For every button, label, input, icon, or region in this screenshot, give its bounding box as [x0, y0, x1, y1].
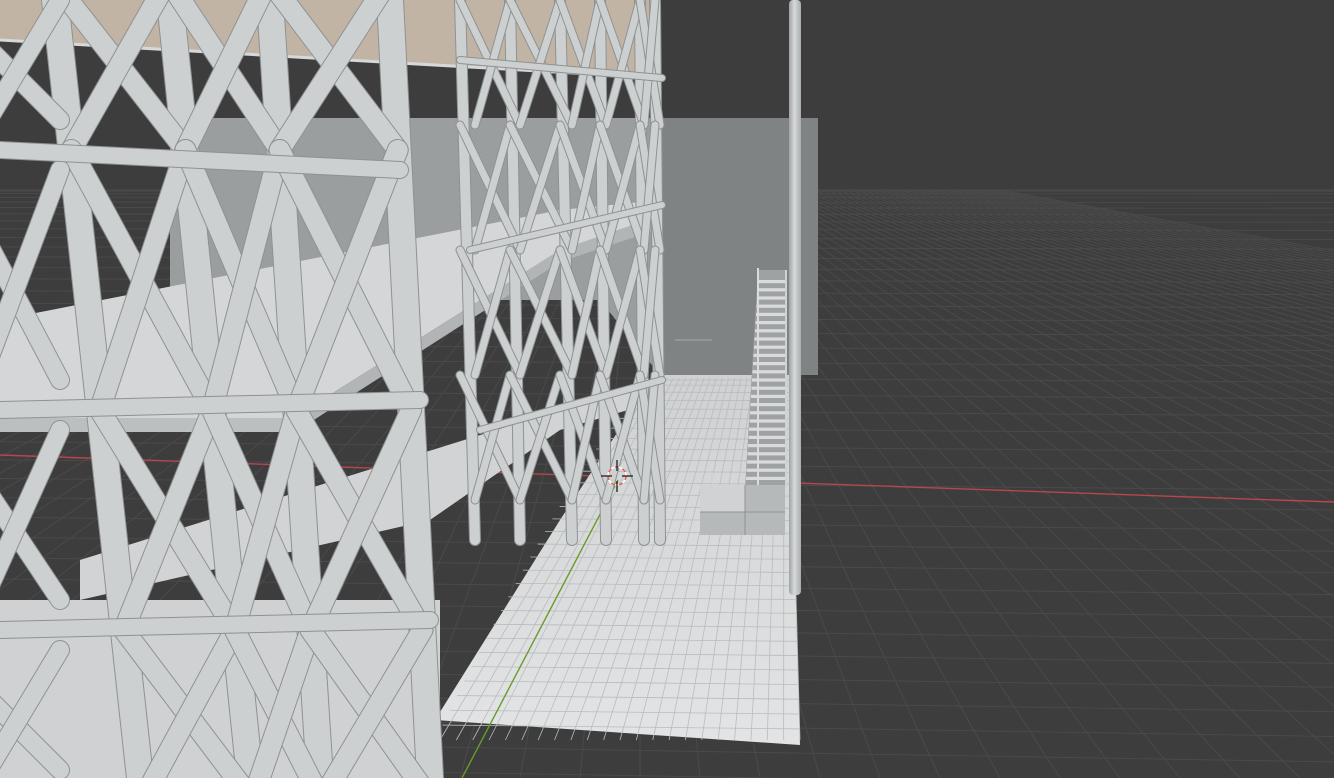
- 3d-viewport[interactable]: [0, 0, 1334, 778]
- viewport-canvas[interactable]: [0, 0, 1334, 778]
- vertical-pole: [789, 0, 801, 595]
